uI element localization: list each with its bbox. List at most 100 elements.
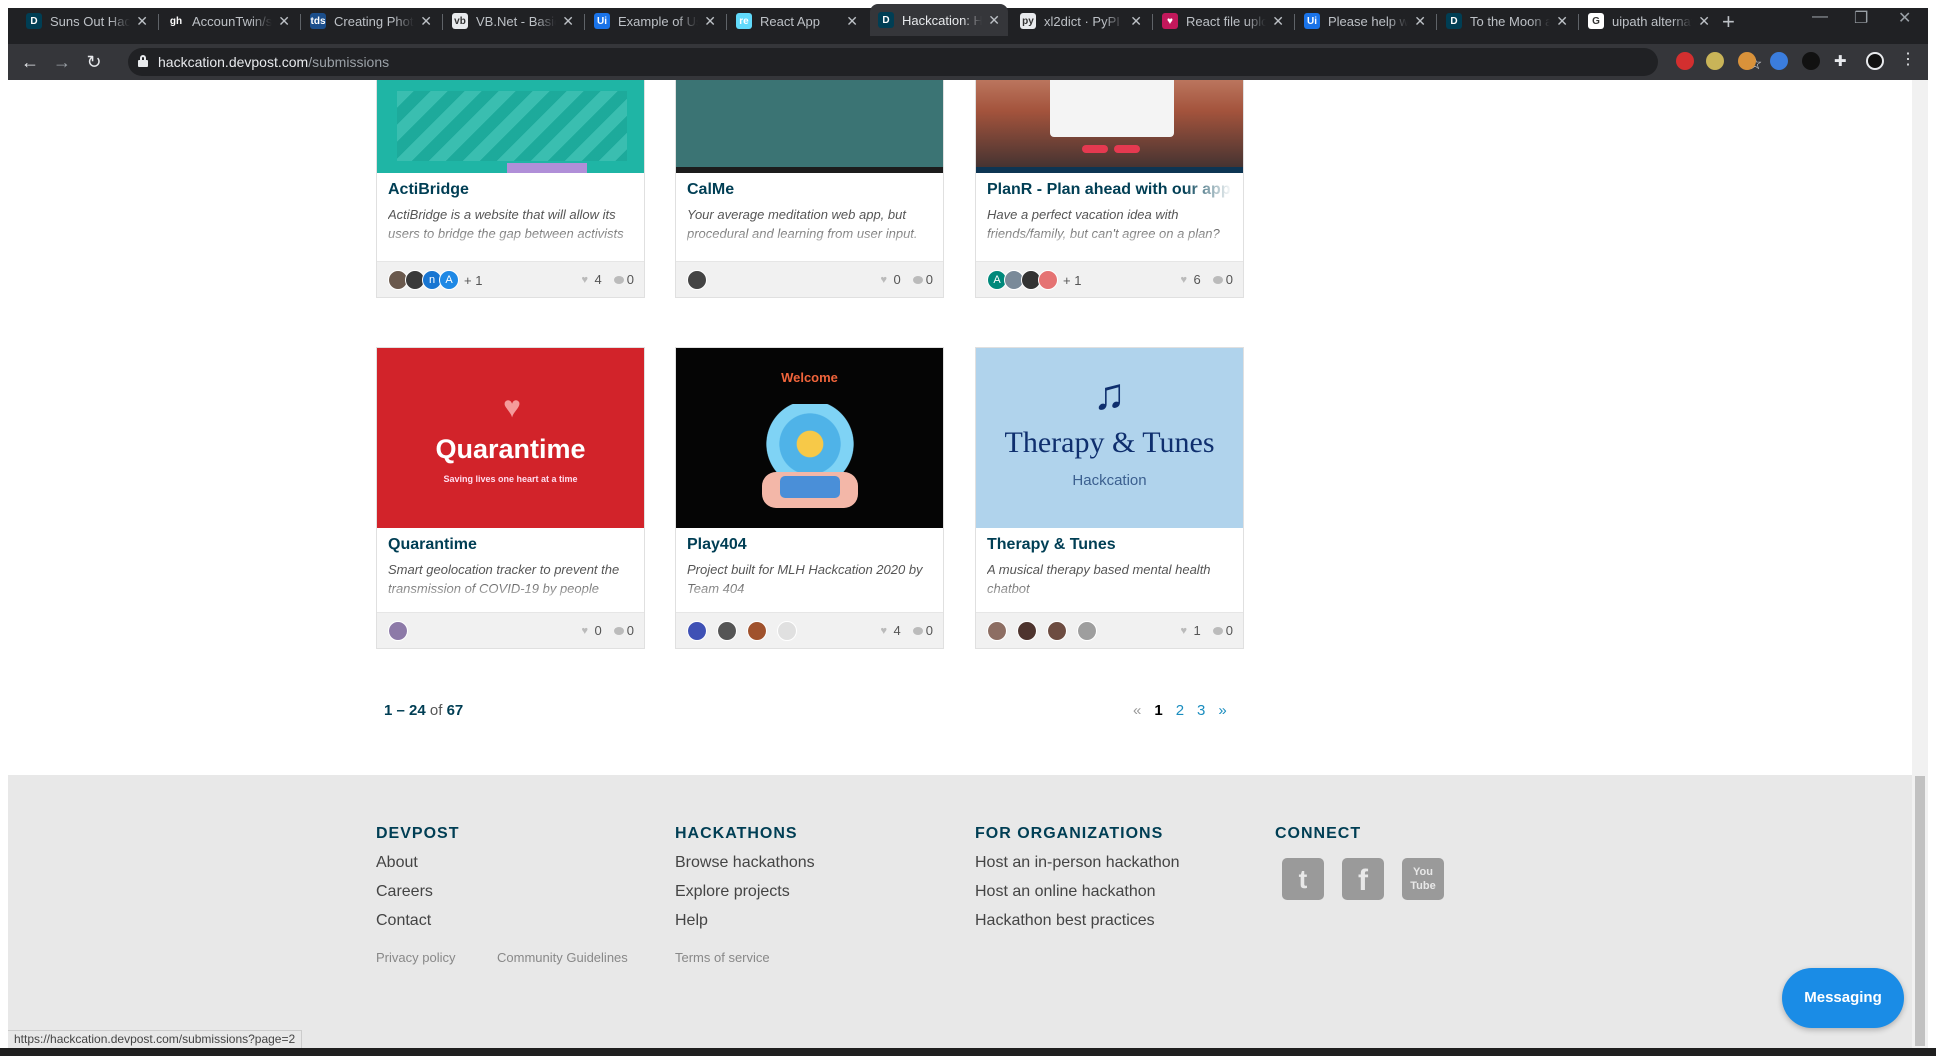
address-bar[interactable]: hackcation.devpost.com/submissions ☆: [128, 48, 1762, 76]
project-card[interactable]: Welcome Play404 Project built for MLH Ha…: [675, 347, 944, 649]
extensions-puzzle-icon[interactable]: ✚: [1834, 52, 1852, 70]
browser-tab[interactable]: Ui Please help wi ✕: [1296, 6, 1434, 36]
avatar[interactable]: [1038, 270, 1058, 290]
footer-link-contact[interactable]: Contact: [376, 912, 459, 930]
browser-tab[interactable]: Guipath alternat ✕: [1580, 6, 1718, 36]
twitter-icon[interactable]: t: [1282, 858, 1324, 900]
pagination-next[interactable]: »: [1218, 702, 1226, 719]
comment-count: 0: [1225, 623, 1233, 638]
restore-icon[interactable]: ❐: [1854, 8, 1868, 28]
footer-column-devpost: DEVPOST About Careers Contact: [376, 825, 459, 930]
new-tab-button[interactable]: +: [1722, 10, 1735, 34]
avatar[interactable]: [777, 621, 797, 641]
reload-icon[interactable]: ↻: [82, 50, 106, 74]
avatar[interactable]: [717, 621, 737, 641]
extension-dark-icon[interactable]: [1802, 52, 1820, 70]
browser-tab[interactable]: Ui Example of Usi ✕: [586, 6, 724, 36]
scrollbar-thumb[interactable]: [1915, 776, 1925, 1046]
profile-avatar[interactable]: [1866, 52, 1884, 70]
footer-link-browse-hackathons[interactable]: Browse hackathons: [675, 854, 815, 872]
project-card[interactable]: CalMe Your average meditation web app, b…: [675, 80, 944, 298]
footer-link-best-practices[interactable]: Hackathon best practices: [975, 912, 1180, 930]
pagination-page-2[interactable]: 2: [1176, 702, 1184, 719]
tab-close-icon[interactable]: ✕: [1556, 13, 1568, 30]
tab-close-icon[interactable]: ✕: [1698, 13, 1710, 30]
project-stats: ♥ 4 0: [881, 623, 933, 638]
project-title[interactable]: Play404: [687, 536, 932, 554]
footer-heading: CONNECT: [1275, 825, 1362, 842]
avatar[interactable]: [1047, 621, 1067, 641]
extension-cookie-icon[interactable]: [1738, 52, 1756, 70]
project-title[interactable]: Therapy & Tunes: [987, 536, 1232, 554]
tab-close-icon[interactable]: ✕: [562, 13, 574, 30]
tab-separator: [1578, 14, 1579, 30]
community-guidelines-link[interactable]: Community Guidelines: [497, 950, 628, 965]
back-icon[interactable]: ←: [18, 50, 42, 74]
tab-separator: [1152, 14, 1153, 30]
project-card[interactable]: ♥ Quarantime Saving lives one heart at a…: [376, 347, 645, 649]
avatar[interactable]: A: [439, 270, 459, 290]
footer-link-about[interactable]: About: [376, 854, 459, 872]
pagination-page-3[interactable]: 3: [1197, 702, 1205, 719]
footer-link-help[interactable]: Help: [675, 912, 815, 930]
terms-of-service-link[interactable]: Terms of service: [675, 950, 770, 965]
tab-close-icon[interactable]: ✕: [420, 13, 432, 30]
extension-shield-icon[interactable]: [1706, 52, 1724, 70]
tab-close-icon[interactable]: ✕: [988, 12, 1000, 29]
site-footer: DEVPOST About Careers Contact HACKATHONS…: [8, 775, 1912, 1055]
forward-icon[interactable]: →: [50, 50, 74, 74]
facebook-icon[interactable]: f: [1342, 858, 1384, 900]
extension-red-icon[interactable]: [1676, 52, 1694, 70]
avatar[interactable]: [747, 621, 767, 641]
tab-close-icon[interactable]: ✕: [136, 13, 148, 30]
tab-close-icon[interactable]: ✕: [1130, 13, 1142, 30]
browser-tab[interactable]: ♥ React file uplo ✕: [1154, 6, 1292, 36]
browser-tab[interactable]: tds Creating Photo ✕: [302, 6, 440, 36]
os-taskbar: [0, 1048, 1936, 1056]
tab-close-icon[interactable]: ✕: [1414, 13, 1426, 30]
footer-link-explore-projects[interactable]: Explore projects: [675, 883, 815, 901]
browser-tab[interactable]: D Suns Out Hackat ✕: [18, 6, 156, 36]
messaging-button[interactable]: Messaging: [1782, 968, 1904, 1028]
like-count: 6: [1193, 272, 1201, 287]
project-title[interactable]: PlanR - Plan ahead with our app: [987, 181, 1232, 199]
tab-favicon-icon: vb: [452, 13, 468, 29]
browser-tab[interactable]: gh AccounTwin/su ✕: [160, 6, 298, 36]
pagination-prev[interactable]: «: [1133, 702, 1141, 719]
project-title[interactable]: ActiBridge: [388, 181, 633, 199]
avatar[interactable]: [388, 621, 408, 641]
avatar[interactable]: [687, 270, 707, 290]
browser-tab[interactable]: D To the Moon a ✕: [1438, 6, 1576, 36]
tab-close-icon[interactable]: ✕: [704, 13, 716, 30]
footer-link-in-person[interactable]: Host an in-person hackathon: [975, 854, 1180, 872]
project-stats: ♥ 4 0: [582, 272, 634, 287]
tab-close-icon[interactable]: ✕: [278, 13, 290, 30]
footer-link-careers[interactable]: Careers: [376, 883, 459, 901]
project-title[interactable]: Quarantime: [388, 536, 633, 554]
youtube-icon[interactable]: You Tube: [1402, 858, 1444, 900]
pagination-page-1[interactable]: 1: [1154, 702, 1162, 719]
avatar[interactable]: [1017, 621, 1037, 641]
browser-tab[interactable]: D Hackcation: Hac ✕: [870, 4, 1008, 36]
footer-link-online[interactable]: Host an online hackathon: [975, 883, 1180, 901]
avatar[interactable]: [1077, 621, 1097, 641]
tab-close-icon[interactable]: ✕: [1272, 13, 1284, 30]
project-card[interactable]: PlanR - Plan ahead with our app Have a p…: [975, 80, 1244, 298]
browser-menu-icon[interactable]: ⋮: [1900, 52, 1918, 70]
browser-tab[interactable]: vb VB.Net - Basic ✕: [444, 6, 582, 36]
project-title[interactable]: CalMe: [687, 181, 932, 199]
avatar[interactable]: [687, 621, 707, 641]
thumb-welcome-text: Welcome: [781, 370, 838, 385]
like-count: 4: [893, 623, 901, 638]
tab-close-icon[interactable]: ✕: [846, 13, 858, 30]
privacy-policy-link[interactable]: Privacy policy: [376, 950, 455, 965]
project-stats: ♥ 1 0: [1181, 623, 1233, 638]
browser-tab[interactable]: py xl2dict · PyPI ✕: [1012, 6, 1150, 36]
project-card[interactable]: ♫ Therapy & Tunes Hackcation Therapy & T…: [975, 347, 1244, 649]
browser-tab[interactable]: re React App ✕: [728, 6, 866, 36]
extension-blue-icon[interactable]: [1770, 52, 1788, 70]
close-window-icon[interactable]: ✕: [1898, 8, 1911, 28]
project-card[interactable]: ActiBridge ActiBridge is a website that …: [376, 80, 645, 298]
avatar[interactable]: [987, 621, 1007, 641]
minimize-icon[interactable]: —: [1812, 8, 1828, 26]
